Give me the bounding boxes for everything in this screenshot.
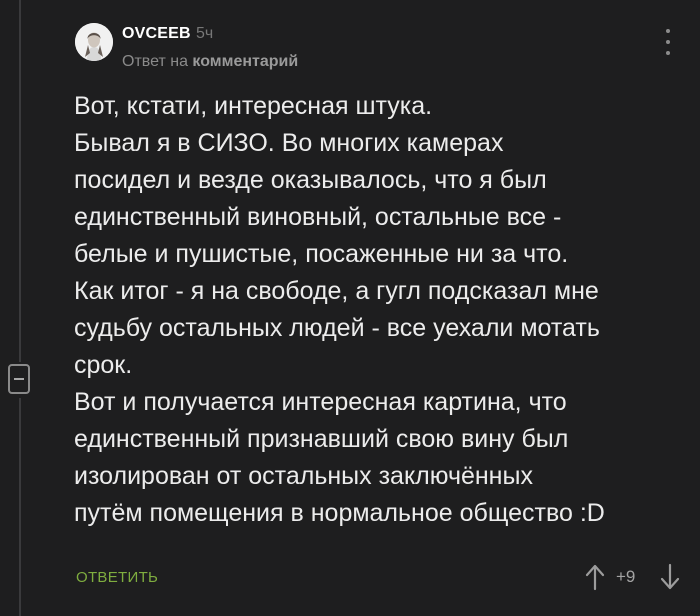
comment-line: Бывал я в СИЗО. Во многих камерах [74, 129, 504, 157]
reply-button[interactable]: ОТВЕТИТЬ [76, 569, 158, 586]
comment-line: изолирован от остальных заключённых [74, 462, 533, 490]
reply-to-line: Ответ на комментарий [122, 53, 298, 71]
reply-prefix: Ответ на [122, 53, 188, 70]
more-vertical-icon [666, 40, 670, 44]
comment-screen: OVCEEB 5ч Ответ на комментарий Вот, кста… [0, 0, 700, 616]
upvote-button[interactable] [584, 563, 606, 591]
comment-author[interactable]: OVCEEB [122, 25, 191, 43]
avatar[interactable] [75, 23, 113, 61]
comment-line: единственный виновный, остальные все - [74, 203, 562, 231]
comment-line: Как итог - я на свободе, а гугл подсказа… [74, 277, 599, 305]
thread-line[interactable] [19, 0, 21, 362]
comment-timestamp: 5ч [196, 25, 214, 42]
more-vertical-icon [666, 29, 670, 33]
comment-body: Вот, кстати, интересная штука. Бывал я в… [74, 88, 690, 532]
arrow-up-icon [585, 564, 605, 591]
avatar-image [75, 23, 113, 61]
comment-line: Вот и получается интересная картина, что [74, 388, 567, 416]
comment-line: путём помещения в нормальное общество :D [74, 499, 605, 527]
parent-comment-link[interactable]: комментарий [192, 53, 298, 70]
more-options-button[interactable] [660, 29, 676, 55]
comment-line: судьбу остальных людей - все уехали мота… [74, 314, 600, 342]
comment-line: белые и пушистые, посаженные ни за что. [74, 240, 569, 268]
comment-line: Вот, кстати, интересная штука. [74, 92, 433, 120]
comment-line: посидел и везде оказывалось, что я был [74, 166, 547, 194]
collapse-minus-icon [14, 378, 24, 380]
comment-score: +9 [616, 567, 636, 586]
thread-line[interactable] [19, 398, 21, 616]
more-vertical-icon [666, 51, 670, 55]
arrow-down-icon [660, 563, 680, 590]
collapse-thread-button[interactable] [8, 364, 30, 394]
comment-line: единственный признавший свою вину был [74, 425, 569, 453]
comment-line: срок. [74, 351, 133, 379]
downvote-button[interactable] [659, 563, 681, 591]
